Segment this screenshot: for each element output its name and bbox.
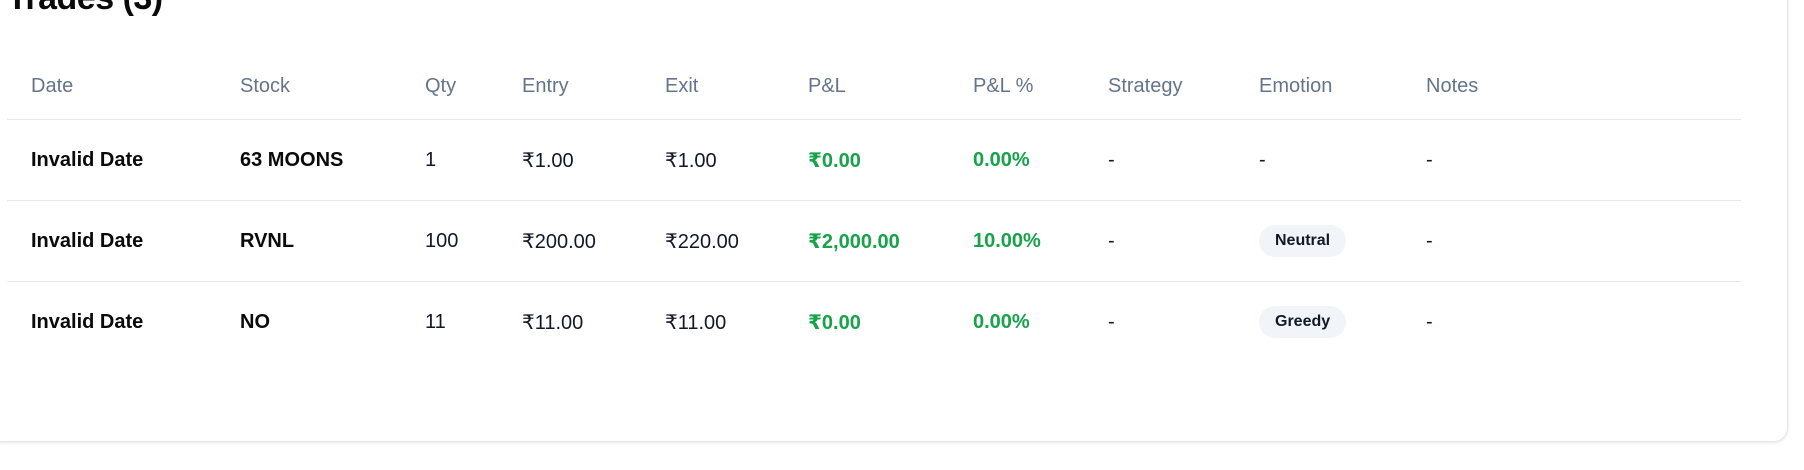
- cell-notes: -: [1402, 119, 1741, 201]
- cell-pnl-percent: 10.00%: [949, 200, 1084, 282]
- trades-table: Date Stock Qty Entry Exit P&L P&L % Stra…: [7, 53, 1741, 362]
- column-header-notes[interactable]: Notes: [1402, 53, 1741, 120]
- cell-emotion: Greedy: [1235, 282, 1402, 363]
- cell-pnl-percent: 0.00%: [973, 310, 1030, 333]
- cell-exit: ₹1.00: [641, 119, 784, 201]
- cell-strategy: -: [1084, 119, 1235, 201]
- cell-emotion: Neutral: [1235, 200, 1402, 282]
- cell-entry: ₹11.00: [522, 311, 584, 334]
- trades-card: Trades (3) Date Stock Qty Entry Exit P&L…: [0, 0, 1788, 442]
- cell-date: Invalid Date: [31, 310, 144, 333]
- cell-notes: -: [1426, 310, 1433, 333]
- table-header: Date Stock Qty Entry Exit P&L P&L % Stra…: [7, 53, 1741, 120]
- column-header-entry[interactable]: Entry: [498, 53, 641, 120]
- table-body: Invalid Date 63 MOONS 1 ₹1.00 ₹1.00 ₹0.0…: [7, 119, 1741, 363]
- emotion-badge: Neutral: [1259, 225, 1347, 257]
- column-header-pnl-percent[interactable]: P&L %: [949, 53, 1084, 120]
- trades-title: Trades (3): [7, 0, 163, 21]
- cell-pnl-percent: 0.00%: [949, 119, 1084, 201]
- cell-date: Invalid Date: [7, 119, 216, 201]
- cell-pnl: ₹0.00: [808, 311, 861, 334]
- cell-date: Invalid Date: [7, 200, 216, 282]
- column-header-strategy[interactable]: Strategy: [1084, 53, 1235, 120]
- cell-pnl: ₹0.00: [784, 119, 949, 201]
- cell-entry: ₹200.00: [498, 200, 641, 282]
- cell-exit: ₹220.00: [641, 200, 784, 282]
- table-row[interactable]: Invalid Date NO 11 ₹11.00 ₹11.00 ₹0.00 0…: [7, 282, 1741, 363]
- cell-qty: 11: [425, 310, 446, 333]
- cell-emotion: -: [1235, 119, 1402, 201]
- cell-stock: RVNL: [216, 200, 401, 282]
- cell-qty: 1: [401, 119, 498, 201]
- column-header-pnl[interactable]: P&L: [784, 53, 949, 120]
- column-header-date[interactable]: Date: [7, 53, 216, 120]
- cell-pnl: ₹2,000.00: [784, 200, 949, 282]
- cell-exit: ₹11.00: [665, 311, 727, 334]
- cell-notes: -: [1402, 200, 1741, 282]
- column-header-stock[interactable]: Stock: [216, 53, 401, 120]
- column-header-exit[interactable]: Exit: [641, 53, 784, 120]
- cell-stock: NO: [240, 310, 270, 333]
- table-row[interactable]: Invalid Date 63 MOONS 1 ₹1.00 ₹1.00 ₹0.0…: [7, 119, 1741, 201]
- column-header-qty[interactable]: Qty: [401, 53, 498, 120]
- cell-strategy: -: [1084, 200, 1235, 282]
- header-row: Date Stock Qty Entry Exit P&L P&L % Stra…: [7, 53, 1741, 120]
- cell-qty: 100: [401, 200, 498, 282]
- table-row[interactable]: Invalid Date RVNL 100 ₹200.00 ₹220.00 ₹2…: [7, 200, 1741, 282]
- emotion-badge: Greedy: [1259, 306, 1347, 338]
- column-header-emotion[interactable]: Emotion: [1235, 53, 1402, 120]
- cell-entry: ₹1.00: [498, 119, 641, 201]
- cell-stock: 63 MOONS: [216, 119, 401, 201]
- cell-strategy: -: [1108, 310, 1115, 333]
